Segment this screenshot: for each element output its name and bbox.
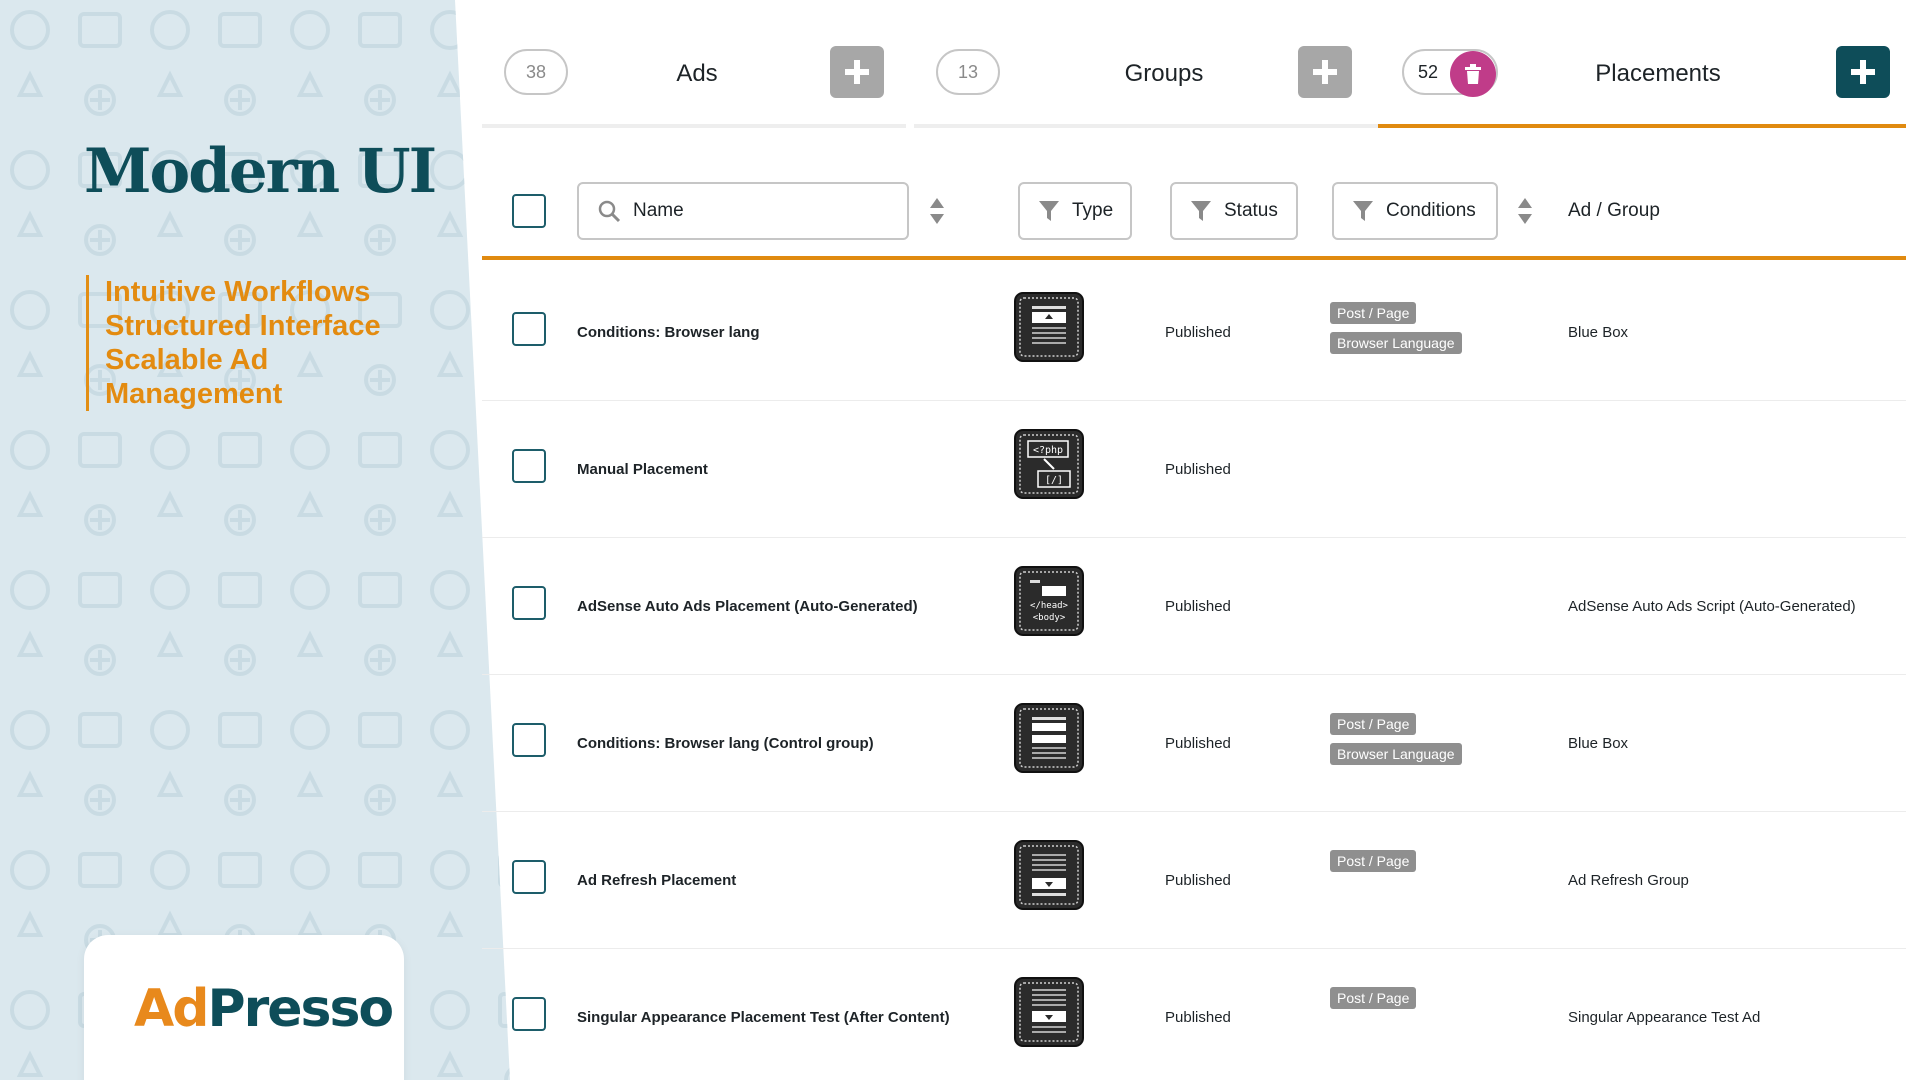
type-filter-button[interactable]: Type xyxy=(1018,182,1132,240)
add-ad-button[interactable] xyxy=(830,46,884,98)
svg-text:[/]: [/] xyxy=(1045,475,1063,486)
name-search-input[interactable]: Name xyxy=(577,182,909,240)
placement-header-icon xyxy=(1014,703,1084,773)
svg-text:<?php: <?php xyxy=(1033,445,1063,456)
tab-ads[interactable]: 38 Ads xyxy=(482,32,906,128)
placement-status: Published xyxy=(1165,1009,1231,1026)
status-filter-button[interactable]: Status xyxy=(1170,182,1298,240)
svg-text:</head>: </head> xyxy=(1030,601,1069,611)
placement-head-body-icon: </head> <body> xyxy=(1014,566,1084,636)
placement-status: Published xyxy=(1165,735,1231,752)
condition-tag: Post / Page xyxy=(1330,302,1417,324)
sort-icon[interactable] xyxy=(928,196,946,226)
trash-icon xyxy=(1465,64,1481,84)
tagline: Structured Interface xyxy=(105,310,381,342)
type-filter-label: Type xyxy=(1072,200,1114,221)
row-checkbox[interactable] xyxy=(512,723,546,757)
placement-name[interactable]: Singular Appearance Placement Test (Afte… xyxy=(577,1009,950,1026)
ads-count-badge: 38 xyxy=(504,49,568,95)
promo-panel: Modern UI Intuitive Workflows Structured… xyxy=(0,0,510,1080)
tab-bar: 38 Ads 13 Groups 52 Placements xyxy=(482,32,1906,128)
conditions-filter-button[interactable]: Conditions xyxy=(1332,182,1498,240)
placement-status: Published xyxy=(1165,598,1231,615)
condition-tag: Browser Language xyxy=(1330,743,1462,765)
filter-icon xyxy=(1353,201,1373,221)
tab-placements[interactable]: 52 Placements xyxy=(1378,32,1906,128)
conditions-filter-label: Conditions xyxy=(1386,200,1476,221)
filter-icon xyxy=(1191,201,1211,221)
search-icon xyxy=(598,200,621,223)
placement-status: Published xyxy=(1165,872,1231,889)
ad-group-link[interactable]: Blue Box xyxy=(1568,735,1628,752)
row-checkbox[interactable] xyxy=(512,312,546,346)
plus-icon xyxy=(845,60,869,84)
table-row[interactable]: AdSense Auto Ads Placement (Auto-Generat… xyxy=(482,538,1906,675)
placement-name[interactable]: AdSense Auto Ads Placement (Auto-Generat… xyxy=(577,598,918,615)
row-checkbox[interactable] xyxy=(512,860,546,894)
placements-count-badge: 52 xyxy=(1402,49,1498,97)
svg-text:<body>: <body> xyxy=(1033,613,1066,623)
plus-icon xyxy=(1851,60,1875,84)
table-row[interactable]: Conditions: Browser lang (Control group)… xyxy=(482,675,1906,812)
brand-logo: AdPresso xyxy=(134,979,394,1039)
placement-header-icon xyxy=(1014,292,1084,362)
table-row[interactable]: Conditions: Browser lang Published Post … xyxy=(482,264,1906,401)
tab-groups[interactable]: 13 Groups xyxy=(914,32,1378,128)
row-checkbox[interactable] xyxy=(512,997,546,1031)
placement-name[interactable]: Conditions: Browser lang xyxy=(577,324,760,341)
placement-name[interactable]: Ad Refresh Placement xyxy=(577,872,736,889)
sort-icon[interactable] xyxy=(1516,196,1534,226)
row-checkbox[interactable] xyxy=(512,449,546,483)
condition-tags: Post / Page Browser Language xyxy=(1330,713,1462,773)
table-row[interactable]: Manual Placement <?php [/] Published xyxy=(482,401,1906,538)
status-filter-label: Status xyxy=(1224,200,1278,221)
add-group-button[interactable] xyxy=(1298,46,1352,98)
placement-status: Published xyxy=(1165,324,1231,341)
tab-ads-label: Ads xyxy=(676,60,718,87)
ad-group-link[interactable]: Ad Refresh Group xyxy=(1568,872,1689,889)
groups-count-badge: 13 xyxy=(936,49,1000,95)
trash-button[interactable] xyxy=(1450,51,1496,97)
condition-tags: Post / Page xyxy=(1330,987,1417,1017)
promo-taglines: Intuitive Workflows Structured Interface… xyxy=(86,275,381,411)
placement-name[interactable]: Manual Placement xyxy=(577,461,708,478)
placement-php-icon: <?php [/] xyxy=(1014,429,1084,499)
table-header: Name Type Status Conditions Ad / Group xyxy=(482,170,1906,260)
condition-tags: Post / Page Browser Language xyxy=(1330,302,1462,362)
ad-group-link[interactable]: Blue Box xyxy=(1568,324,1628,341)
table-row[interactable]: Singular Appearance Placement Test (Afte… xyxy=(482,949,1906,1080)
name-search-placeholder: Name xyxy=(633,200,684,221)
condition-tags: Post / Page xyxy=(1330,850,1417,880)
tab-placements-label: Placements xyxy=(1595,60,1721,87)
brand-card: AdPresso xyxy=(84,935,404,1080)
condition-tag: Post / Page xyxy=(1330,713,1417,735)
tagline: Scalable Ad xyxy=(105,344,269,376)
promo-title: Modern UI xyxy=(84,136,437,207)
plus-icon xyxy=(1313,60,1337,84)
table-row[interactable]: Ad Refresh Placement Published Post / Pa… xyxy=(482,812,1906,949)
add-placement-button[interactable] xyxy=(1836,46,1890,98)
tagline: Management xyxy=(105,378,283,410)
ad-group-column-header: Ad / Group xyxy=(1568,200,1660,221)
placement-after-content-icon xyxy=(1014,977,1084,1047)
filter-icon xyxy=(1039,201,1059,221)
ad-group-link[interactable]: Singular Appearance Test Ad xyxy=(1568,1009,1760,1026)
placement-footer-icon xyxy=(1014,840,1084,910)
tagline: Intuitive Workflows xyxy=(105,276,371,308)
ad-group-link[interactable]: AdSense Auto Ads Script (Auto-Generated) xyxy=(1568,598,1856,615)
condition-tag: Post / Page xyxy=(1330,987,1417,1009)
placement-status: Published xyxy=(1165,461,1231,478)
placement-name[interactable]: Conditions: Browser lang (Control group) xyxy=(577,735,874,752)
condition-tag: Browser Language xyxy=(1330,332,1462,354)
row-checkbox[interactable] xyxy=(512,586,546,620)
condition-tag: Post / Page xyxy=(1330,850,1417,872)
tab-groups-label: Groups xyxy=(1124,60,1204,87)
select-all-checkbox[interactable] xyxy=(512,194,546,228)
